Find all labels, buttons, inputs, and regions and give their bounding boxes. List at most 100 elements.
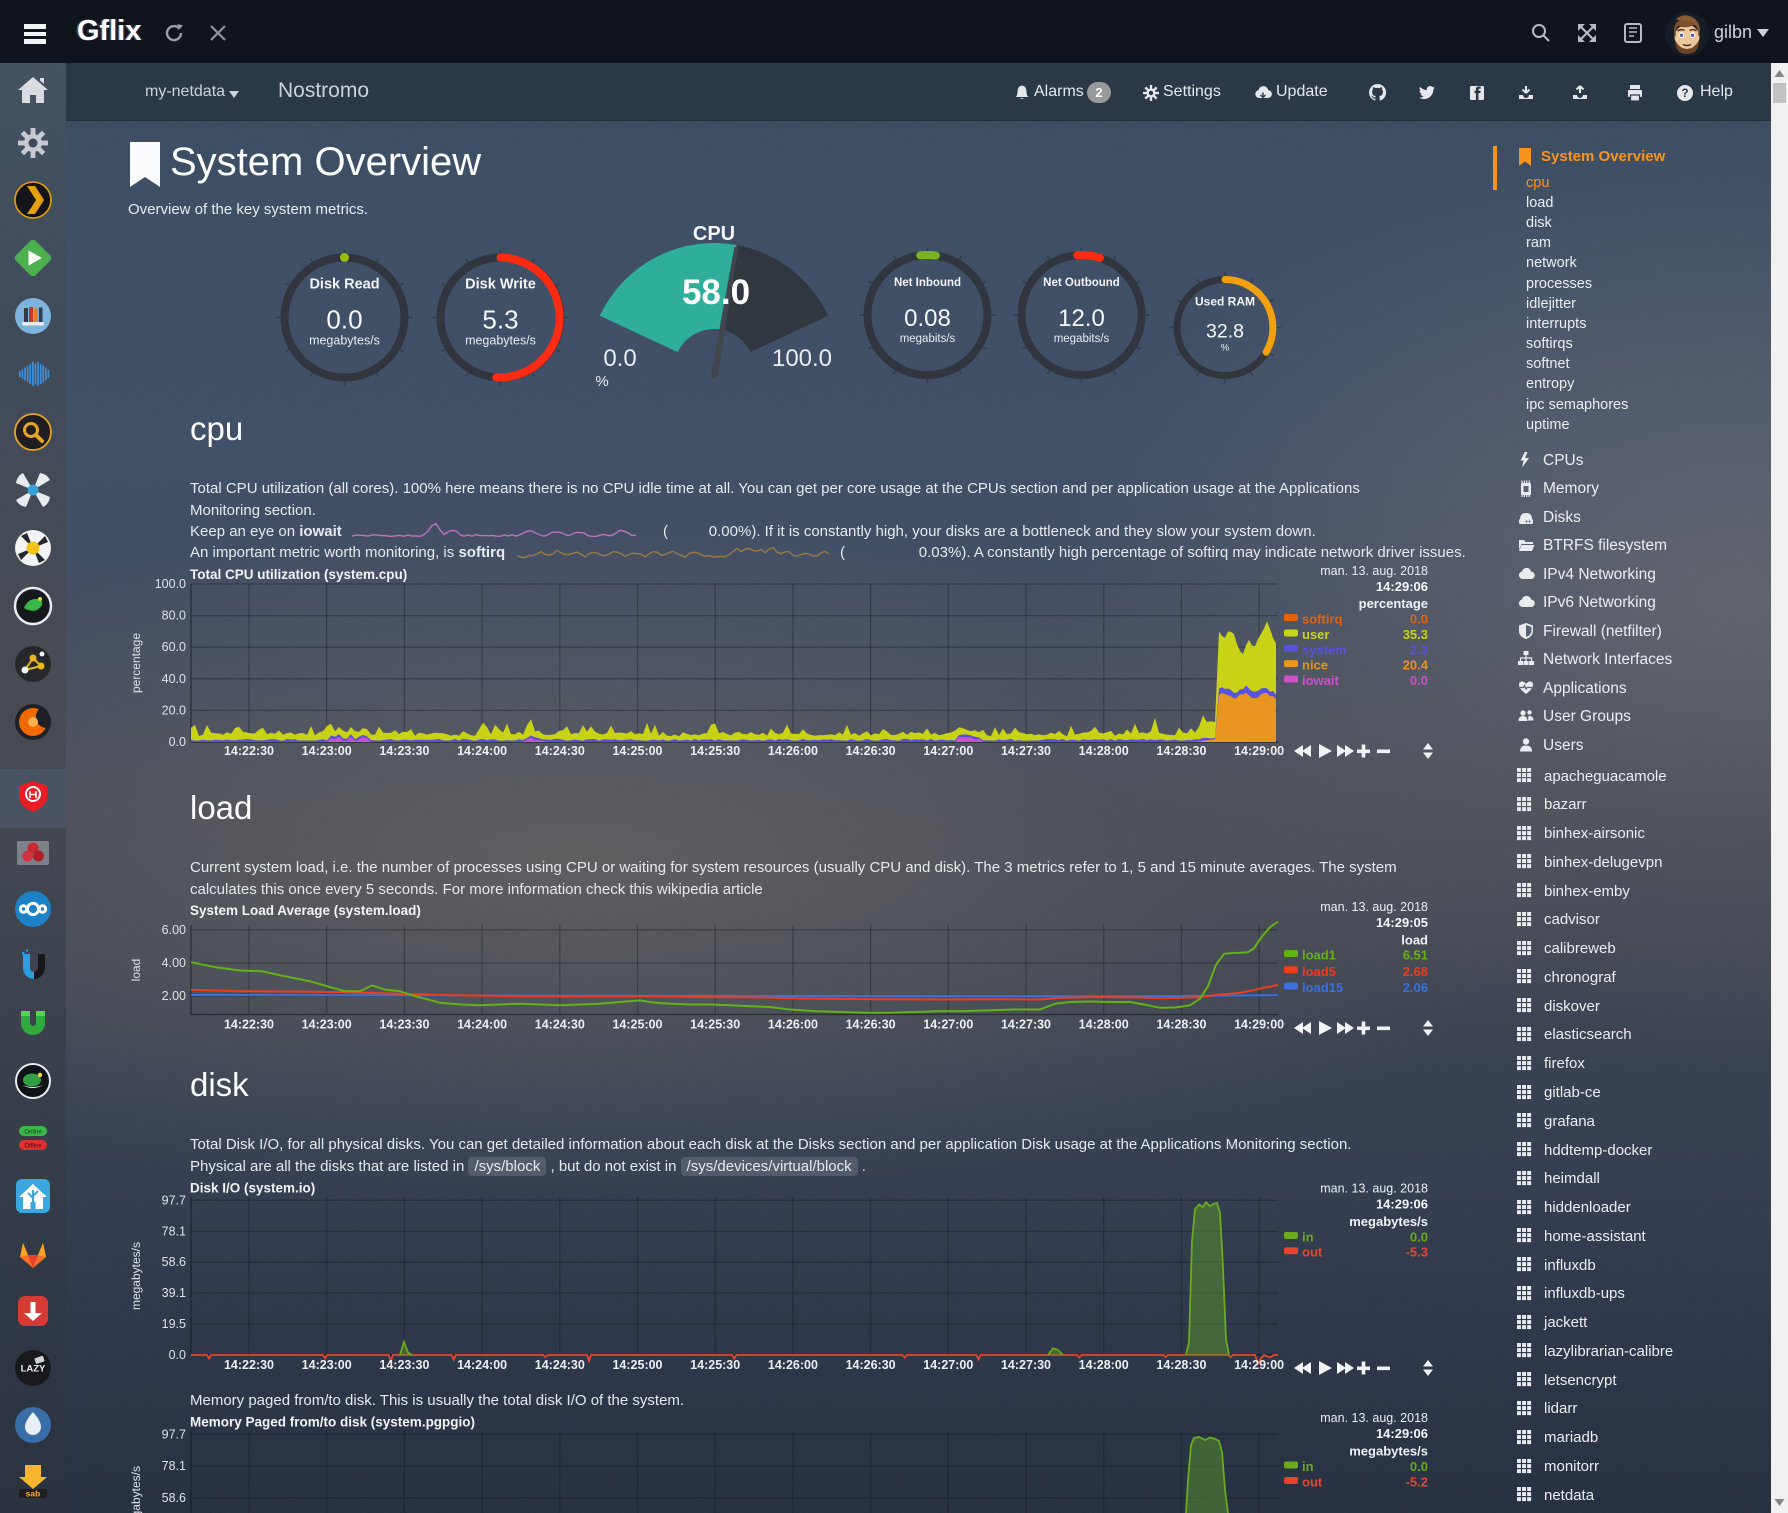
svg-text:0.0: 0.0 (1410, 612, 1428, 627)
svg-text:load1: load1 (1302, 948, 1336, 963)
svg-text:20.0: 20.0 (162, 703, 186, 717)
svg-text:14:24:00: 14:24:00 (457, 1358, 507, 1372)
svg-text:14:22:30: 14:22:30 (224, 1018, 274, 1032)
svg-text:14:23:00: 14:23:00 (302, 1018, 352, 1032)
svg-text:14:29:06: 14:29:06 (1376, 1426, 1428, 1441)
svg-text:97.7: 97.7 (162, 1427, 186, 1441)
svg-text:man. 13. aug. 2018: man. 13. aug. 2018 (1320, 1182, 1428, 1196)
svg-text:load15: load15 (1302, 980, 1343, 995)
svg-text:20.4: 20.4 (1403, 658, 1429, 673)
svg-text:14:28:30: 14:28:30 (1156, 1018, 1206, 1032)
svg-text:14:25:30: 14:25:30 (690, 744, 740, 758)
svg-text:14:26:30: 14:26:30 (846, 744, 896, 758)
svg-text:system: system (1302, 642, 1347, 657)
svg-text:out: out (1302, 1475, 1323, 1490)
svg-text:in: in (1302, 1459, 1314, 1474)
svg-text:Total CPU utilization (system.: Total CPU utilization (system.cpu) (190, 567, 407, 582)
svg-text:14:23:00: 14:23:00 (302, 744, 352, 758)
svg-text:14:26:30: 14:26:30 (846, 1018, 896, 1032)
svg-text:percentage: percentage (1359, 596, 1428, 611)
svg-text:14:29:06: 14:29:06 (1376, 1197, 1428, 1212)
svg-text:14:26:00: 14:26:00 (768, 1358, 818, 1372)
svg-text:14:27:00: 14:27:00 (923, 1358, 973, 1372)
svg-text:60.0: 60.0 (162, 640, 186, 654)
svg-text:14:23:30: 14:23:30 (379, 1018, 429, 1032)
svg-text:14:27:30: 14:27:30 (1001, 1358, 1051, 1372)
svg-text:14:22:30: 14:22:30 (224, 1358, 274, 1372)
svg-text:2.06: 2.06 (1403, 980, 1428, 995)
svg-text:100.0: 100.0 (155, 577, 186, 591)
svg-text:softirq: softirq (1302, 612, 1343, 627)
svg-text:percentage: percentage (129, 633, 143, 693)
svg-text:System Load Average (system.lo: System Load Average (system.load) (190, 903, 421, 918)
svg-text:0.0: 0.0 (1410, 1230, 1428, 1245)
svg-text:14:24:30: 14:24:30 (535, 1358, 585, 1372)
svg-text:nice: nice (1302, 658, 1328, 673)
svg-text:19.5: 19.5 (162, 1317, 186, 1331)
svg-text:14:22:30: 14:22:30 (224, 744, 274, 758)
svg-text:97.7: 97.7 (162, 1193, 186, 1207)
svg-text:14:29:00: 14:29:00 (1234, 1358, 1284, 1372)
svg-text:14:25:00: 14:25:00 (612, 744, 662, 758)
svg-text:14:28:30: 14:28:30 (1156, 744, 1206, 758)
svg-text:user: user (1302, 627, 1329, 642)
svg-text:14:28:00: 14:28:00 (1079, 1018, 1129, 1032)
svg-text:78.1: 78.1 (162, 1459, 186, 1473)
svg-text:14:28:00: 14:28:00 (1079, 744, 1129, 758)
svg-text:39.1: 39.1 (162, 1286, 186, 1300)
svg-text:14:28:00: 14:28:00 (1079, 1358, 1129, 1372)
svg-text:58.6: 58.6 (162, 1255, 186, 1269)
svg-text:iowait: iowait (1302, 673, 1340, 688)
svg-text:load: load (1401, 933, 1428, 948)
svg-text:6.51: 6.51 (1403, 948, 1428, 963)
svg-text:-5.3: -5.3 (1406, 1245, 1428, 1260)
svg-text:14:27:00: 14:27:00 (923, 744, 973, 758)
svg-text:0.0: 0.0 (169, 1348, 186, 1362)
svg-text:-5.2: -5.2 (1406, 1475, 1428, 1490)
svg-text:14:27:30: 14:27:30 (1001, 1018, 1051, 1032)
svg-text:man. 13. aug. 2018: man. 13. aug. 2018 (1320, 1411, 1428, 1425)
svg-text:2.3: 2.3 (1410, 642, 1428, 657)
svg-text:load5: load5 (1302, 964, 1336, 979)
svg-text:14:24:30: 14:24:30 (535, 744, 585, 758)
svg-text:80.0: 80.0 (162, 609, 186, 623)
svg-text:6.00: 6.00 (162, 923, 186, 937)
svg-text:14:26:00: 14:26:00 (768, 744, 818, 758)
svg-text:14:23:00: 14:23:00 (302, 1358, 352, 1372)
svg-text:14:28:30: 14:28:30 (1156, 1358, 1206, 1372)
svg-text:14:27:00: 14:27:00 (923, 1018, 973, 1032)
svg-text:14:29:06: 14:29:06 (1376, 579, 1428, 594)
svg-text:load: load (129, 959, 143, 982)
svg-text:14:29:00: 14:29:00 (1234, 744, 1284, 758)
svg-text:14:26:00: 14:26:00 (768, 1018, 818, 1032)
svg-text:14:25:00: 14:25:00 (612, 1018, 662, 1032)
svg-text:out: out (1302, 1245, 1323, 1260)
svg-text:0.0: 0.0 (1410, 1459, 1428, 1474)
svg-text:2.68: 2.68 (1403, 964, 1428, 979)
svg-text:megabytes/s: megabytes/s (1349, 1214, 1428, 1229)
svg-text:14:24:30: 14:24:30 (535, 1018, 585, 1032)
svg-text:40.0: 40.0 (162, 672, 186, 686)
svg-text:14:24:00: 14:24:00 (457, 744, 507, 758)
svg-text:man. 13. aug. 2018: man. 13. aug. 2018 (1320, 564, 1428, 578)
svg-text:Memory Paged from/to disk (sys: Memory Paged from/to disk (system.pgpgio… (190, 1415, 475, 1430)
svg-text:14:29:05: 14:29:05 (1376, 915, 1428, 930)
svg-text:14:23:30: 14:23:30 (379, 1358, 429, 1372)
svg-text:Disk I/O (system.io): Disk I/O (system.io) (190, 1181, 315, 1196)
svg-text:78.1: 78.1 (162, 1224, 186, 1238)
svg-text:megabytes/s: megabytes/s (129, 1466, 143, 1513)
svg-text:man. 13. aug. 2018: man. 13. aug. 2018 (1320, 900, 1428, 914)
svg-text:14:25:00: 14:25:00 (612, 1358, 662, 1372)
svg-text:14:25:30: 14:25:30 (690, 1018, 740, 1032)
svg-text:0.0: 0.0 (169, 735, 186, 749)
svg-text:58.6: 58.6 (162, 1491, 186, 1505)
svg-text:in: in (1302, 1230, 1314, 1245)
svg-text:4.00: 4.00 (162, 956, 186, 970)
svg-text:14:26:30: 14:26:30 (846, 1358, 896, 1372)
svg-text:14:27:30: 14:27:30 (1001, 744, 1051, 758)
svg-text:14:24:00: 14:24:00 (457, 1018, 507, 1032)
svg-text:35.3: 35.3 (1403, 627, 1428, 642)
svg-text:megabytes/s: megabytes/s (129, 1242, 143, 1310)
svg-text:14:25:30: 14:25:30 (690, 1358, 740, 1372)
svg-text:megabytes/s: megabytes/s (1349, 1444, 1428, 1459)
